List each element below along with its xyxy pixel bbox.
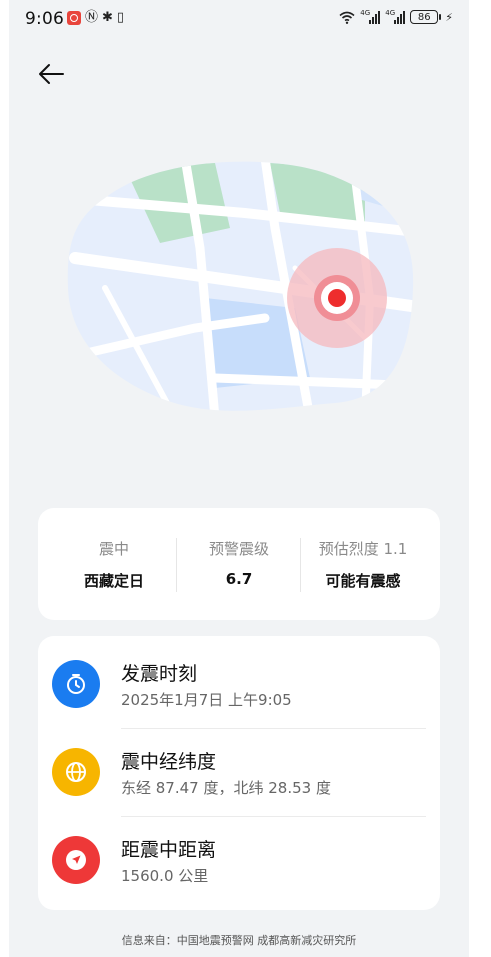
- earthquake-details-card: 发震时刻 2025年1月7日 上午9:05 震中经纬度 东经 87.47 度，北…: [38, 636, 440, 910]
- network-type-label: 4G: [385, 8, 396, 17]
- back-button[interactable]: [35, 58, 67, 90]
- charging-icon: ⚡: [445, 10, 453, 24]
- coordinates-title: 震中经纬度: [121, 751, 217, 773]
- epicenter-map: [65, 158, 425, 418]
- coordinates-value: 东经 87.47 度，北纬 28.53 度: [121, 779, 331, 797]
- distance-row: 距震中距离 1560.0 公里: [38, 812, 440, 900]
- intensity-label: 预估烈度 1.1: [318, 540, 408, 558]
- bluetooth-icon: ✱: [102, 10, 113, 25]
- globe-icon: [52, 748, 100, 796]
- status-time: 9:06: [25, 9, 64, 29]
- epicenter-marker: [287, 248, 387, 348]
- magnitude-value: 6.7: [225, 570, 253, 588]
- origin-time-value: 2025年1月7日 上午9:05: [121, 691, 292, 709]
- data-source-footer: 信息来自：中国地震预警网 成都高新减灾研究所: [121, 934, 357, 947]
- coordinates-row: 震中经纬度 东经 87.47 度，北纬 28.53 度: [38, 724, 440, 812]
- wifi-icon: [339, 11, 355, 24]
- battery-icon: 86: [410, 10, 442, 24]
- distance-value: 1560.0 公里: [121, 867, 209, 885]
- signal-icon: 4G: [360, 8, 381, 24]
- arrow-left-icon: [39, 64, 64, 84]
- clock-icon: [52, 660, 100, 708]
- intensity-column: 预估烈度 1.1 可能有震感: [301, 538, 425, 591]
- status-icons-left: Ⓝ ✱ ▯: [67, 11, 124, 25]
- nfc-icon: Ⓝ: [85, 10, 99, 25]
- vibrate-icon: ▯: [116, 10, 125, 25]
- origin-time-row: 发震时刻 2025年1月7日 上午9:05: [38, 636, 440, 724]
- epicenter-label: 震中: [98, 540, 129, 558]
- status-bar: 9:06 Ⓝ ✱ ▯ 4G 4G 86 ⚡: [9, 0, 469, 40]
- map-illustration: [67, 161, 414, 411]
- navigation-icon: [52, 836, 100, 884]
- intensity-value: 可能有震感: [325, 572, 401, 590]
- status-icons-right: 4G 4G 86 ⚡: [339, 8, 453, 24]
- origin-time-title: 发震时刻: [121, 663, 198, 685]
- distance-title: 距震中距离: [121, 839, 217, 861]
- epicenter-value: 西藏定日: [83, 572, 144, 590]
- screen: 9:06 Ⓝ ✱ ▯ 4G 4G 86 ⚡ 震中 西藏定日 预警震级 6.7 预…: [9, 0, 469, 957]
- signal-icon: 4G: [385, 8, 406, 24]
- magnitude-label: 预警震级: [208, 540, 269, 558]
- app-notification-icon: [67, 11, 81, 25]
- magnitude-column: 预警震级 6.7: [177, 538, 301, 588]
- earthquake-summary-card: 震中 西藏定日 预警震级 6.7 预估烈度 1.1 可能有震感: [38, 508, 440, 620]
- epicenter-column: 震中 西藏定日: [52, 538, 176, 591]
- network-type-label: 4G: [360, 8, 371, 17]
